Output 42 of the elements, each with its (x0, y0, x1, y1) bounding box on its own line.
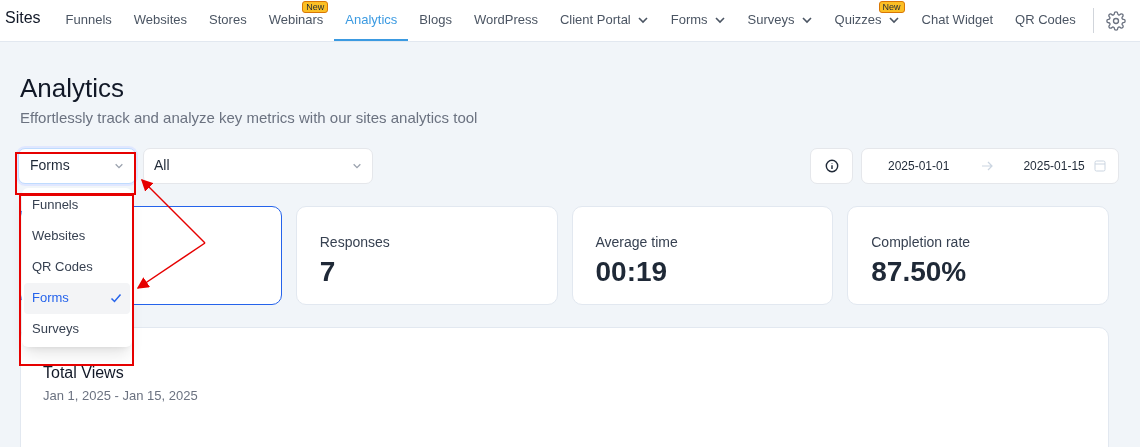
date-range-field[interactable]: 2025-01-01 2025-01-15 (861, 147, 1119, 184)
new-badge: New (878, 1, 905, 13)
nav-tab[interactable]: Funnels (54, 0, 123, 41)
arrow-right-icon (981, 159, 994, 172)
stat-card[interactable]: Average time 00:19 (571, 205, 834, 305)
dropdown-option[interactable]: Surveys (24, 313, 130, 345)
calendar-icon (1094, 159, 1106, 172)
stat-card[interactable]: Completion rate 87.50% (847, 205, 1109, 305)
nav-tab[interactable]: Forms (659, 0, 737, 41)
item-select[interactable]: All (143, 147, 373, 184)
info-icon (824, 158, 839, 173)
nav-tab[interactable]: Websites (122, 0, 199, 41)
chart-title: Total Views (43, 363, 125, 382)
stat-label: Responses (319, 232, 391, 252)
end-date: 2025-01-15 (1023, 157, 1085, 175)
brand-title: Sites (5, 7, 41, 28)
checkmark-icon (110, 292, 122, 304)
nav-tab[interactable]: QR Codes (1004, 0, 1087, 41)
start-date: 2025-01-01 (888, 157, 950, 175)
stat-value: 00:19 (595, 254, 669, 289)
stat-label: Completion rate (871, 232, 972, 252)
dropdown-option[interactable]: Forms (24, 282, 130, 314)
page-title: Analytics (20, 72, 126, 104)
stat-value: 87.50% (871, 254, 968, 289)
nav-tab[interactable]: Stores (198, 0, 258, 41)
nav-tab[interactable]: WordPress (462, 0, 549, 41)
info-button[interactable] (810, 147, 853, 184)
dropdown-option[interactable]: QR Codes (24, 251, 130, 283)
dropdown-option[interactable]: Websites (24, 220, 130, 252)
chart-date-range: Jan 1, 2025 - Jan 15, 2025 (43, 386, 199, 405)
new-badge: New (302, 1, 329, 13)
stat-label: Average time (595, 232, 679, 252)
stat-value: 7 (319, 254, 337, 289)
type-select[interactable]: Forms (18, 147, 136, 184)
nav-tab[interactable]: Client Portal (548, 0, 660, 41)
nav-tab[interactable]: Chat Widget (910, 0, 1005, 41)
dropdown-option[interactable]: Funnels (24, 189, 130, 221)
nav-tab[interactable]: Surveys (736, 0, 824, 41)
stat-card[interactable]: Responses 7 (295, 205, 558, 305)
nav-tab[interactable]: Blogs (408, 0, 463, 41)
settings-icon[interactable] (1105, 10, 1126, 31)
page-subtitle: Effortlessly track and analyze key metrics with our sites analytics tool (20, 108, 479, 128)
